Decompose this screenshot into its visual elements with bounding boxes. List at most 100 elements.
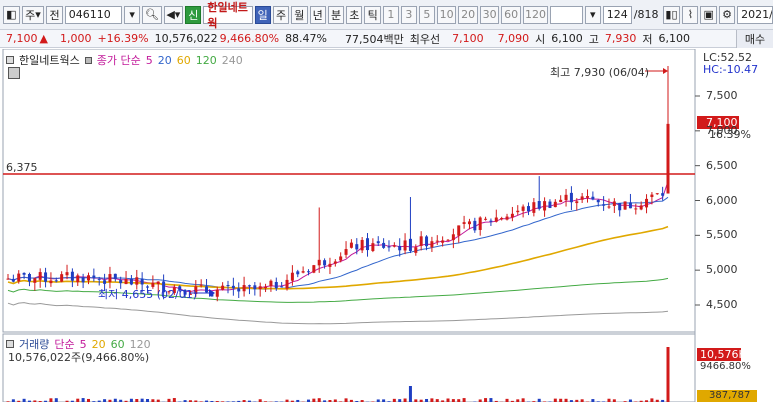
panel-handle-icon[interactable] <box>6 56 14 64</box>
candle-body[interactable] <box>618 203 622 211</box>
candle-body[interactable] <box>242 285 246 292</box>
date-input[interactable]: 2021/0 <box>737 5 773 24</box>
candle-body[interactable] <box>655 193 659 195</box>
indicator-icon[interactable]: ⌇ <box>682 5 699 24</box>
candle-body[interactable] <box>76 275 80 283</box>
candle-body[interactable] <box>349 242 353 248</box>
candle-body[interactable] <box>516 210 520 213</box>
period-week-button[interactable]: 주 <box>272 5 290 24</box>
candle-body[interactable] <box>634 208 638 210</box>
interval-10-button[interactable]: 10 <box>436 5 457 24</box>
candle-body[interactable] <box>419 236 423 246</box>
candle-body[interactable] <box>484 218 488 220</box>
candle-body[interactable] <box>205 286 209 293</box>
candle-body[interactable] <box>70 271 74 281</box>
candle-body[interactable] <box>317 259 321 266</box>
candle-body[interactable] <box>564 194 568 201</box>
candle-body[interactable] <box>387 246 391 248</box>
candle-body[interactable] <box>333 261 337 264</box>
candle-body[interactable] <box>612 201 616 206</box>
candle-body[interactable] <box>6 278 10 280</box>
candle-body[interactable] <box>33 278 37 283</box>
candle-body[interactable] <box>639 205 643 210</box>
candle-body[interactable] <box>366 238 370 251</box>
candle-body[interactable] <box>661 193 665 196</box>
code-dropdown-icon[interactable]: ▾ <box>124 5 141 24</box>
candle-body[interactable] <box>371 243 375 251</box>
period-select[interactable]: 주 ▾ <box>21 5 45 24</box>
candle-body[interactable] <box>247 285 251 287</box>
candle-body[interactable] <box>296 271 300 275</box>
candle-body[interactable] <box>44 272 48 282</box>
candle-body[interactable] <box>108 274 112 283</box>
candle-body[interactable] <box>586 196 590 198</box>
volume-panel-handle-icon[interactable] <box>6 340 14 348</box>
candle-body[interactable] <box>430 241 434 248</box>
candle-body[interactable] <box>199 284 203 286</box>
candle-body[interactable] <box>457 225 461 236</box>
stock-code-input[interactable]: 046110 <box>64 5 123 24</box>
compare-button[interactable]: 전 <box>46 5 63 24</box>
candle-body[interactable] <box>553 201 557 208</box>
candle-body[interactable] <box>532 202 536 213</box>
candle-body[interactable] <box>226 285 230 287</box>
period-month-button[interactable]: 월 <box>291 5 308 24</box>
candle-body[interactable] <box>11 278 15 282</box>
candle-body[interactable] <box>645 198 649 208</box>
save-icon[interactable]: ▣ <box>700 5 718 24</box>
candle-body[interactable] <box>591 196 595 200</box>
grid-toggle-icon[interactable] <box>8 67 20 79</box>
candle-body[interactable] <box>156 281 160 285</box>
candle-body[interactable] <box>360 239 364 251</box>
candle-body[interactable] <box>81 277 85 283</box>
candle-body[interactable] <box>285 279 289 289</box>
candle-body[interactable] <box>596 200 600 203</box>
candle-body[interactable] <box>628 202 632 209</box>
candle-body[interactable] <box>221 285 225 290</box>
candle-body[interactable] <box>435 240 439 242</box>
interval-dropdown-icon[interactable]: ▾ <box>584 5 601 24</box>
candle-body[interactable] <box>258 286 262 290</box>
candle-body[interactable] <box>274 281 278 289</box>
candle-body[interactable] <box>462 222 466 224</box>
candle-body[interactable] <box>521 206 525 211</box>
candle-body[interactable] <box>339 256 343 261</box>
interval-20-button[interactable]: 20 <box>458 5 478 24</box>
candle-body[interactable] <box>451 234 455 241</box>
period-day-button[interactable]: 일 <box>254 5 271 24</box>
candle-body[interactable] <box>312 265 316 273</box>
candle-body[interactable] <box>580 196 584 200</box>
interval-5-button[interactable]: 5 <box>418 5 435 24</box>
candle-body[interactable] <box>494 217 498 222</box>
period-tick-button[interactable]: 틱 <box>364 5 381 24</box>
chart-menu-icon[interactable]: ◧ <box>3 5 20 24</box>
candle-body[interactable] <box>489 220 493 222</box>
candle-body[interactable] <box>526 206 530 212</box>
candle-body[interactable] <box>575 201 579 204</box>
candle-body[interactable] <box>510 213 514 218</box>
candle-body[interactable] <box>97 278 101 280</box>
range-count-input[interactable]: 124 <box>602 5 632 24</box>
candle-body[interactable] <box>86 275 90 281</box>
candle-body[interactable] <box>441 240 445 243</box>
candle-body[interactable] <box>500 218 504 220</box>
candle-body[interactable] <box>537 201 541 209</box>
candle-body[interactable] <box>60 274 64 282</box>
candle-body[interactable] <box>65 272 69 276</box>
gear-icon[interactable]: ⚙ <box>719 5 736 24</box>
period-second-button[interactable]: 초 <box>346 5 363 24</box>
interval-30-button[interactable]: 30 <box>479 5 500 24</box>
candle-body[interactable] <box>328 263 332 267</box>
candle-body[interactable] <box>124 279 128 285</box>
candle-body[interactable] <box>403 240 407 251</box>
candle-body[interactable] <box>269 280 273 287</box>
candle-body[interactable] <box>301 271 305 273</box>
candle-body[interactable] <box>27 274 31 282</box>
candle-body[interactable] <box>543 201 547 211</box>
candle-body[interactable] <box>408 238 412 251</box>
candle-body[interactable] <box>280 286 284 288</box>
candle-body[interactable] <box>290 272 294 281</box>
candle-body[interactable] <box>650 194 654 198</box>
candle-body[interactable] <box>54 280 58 282</box>
candle-body[interactable] <box>569 192 573 203</box>
